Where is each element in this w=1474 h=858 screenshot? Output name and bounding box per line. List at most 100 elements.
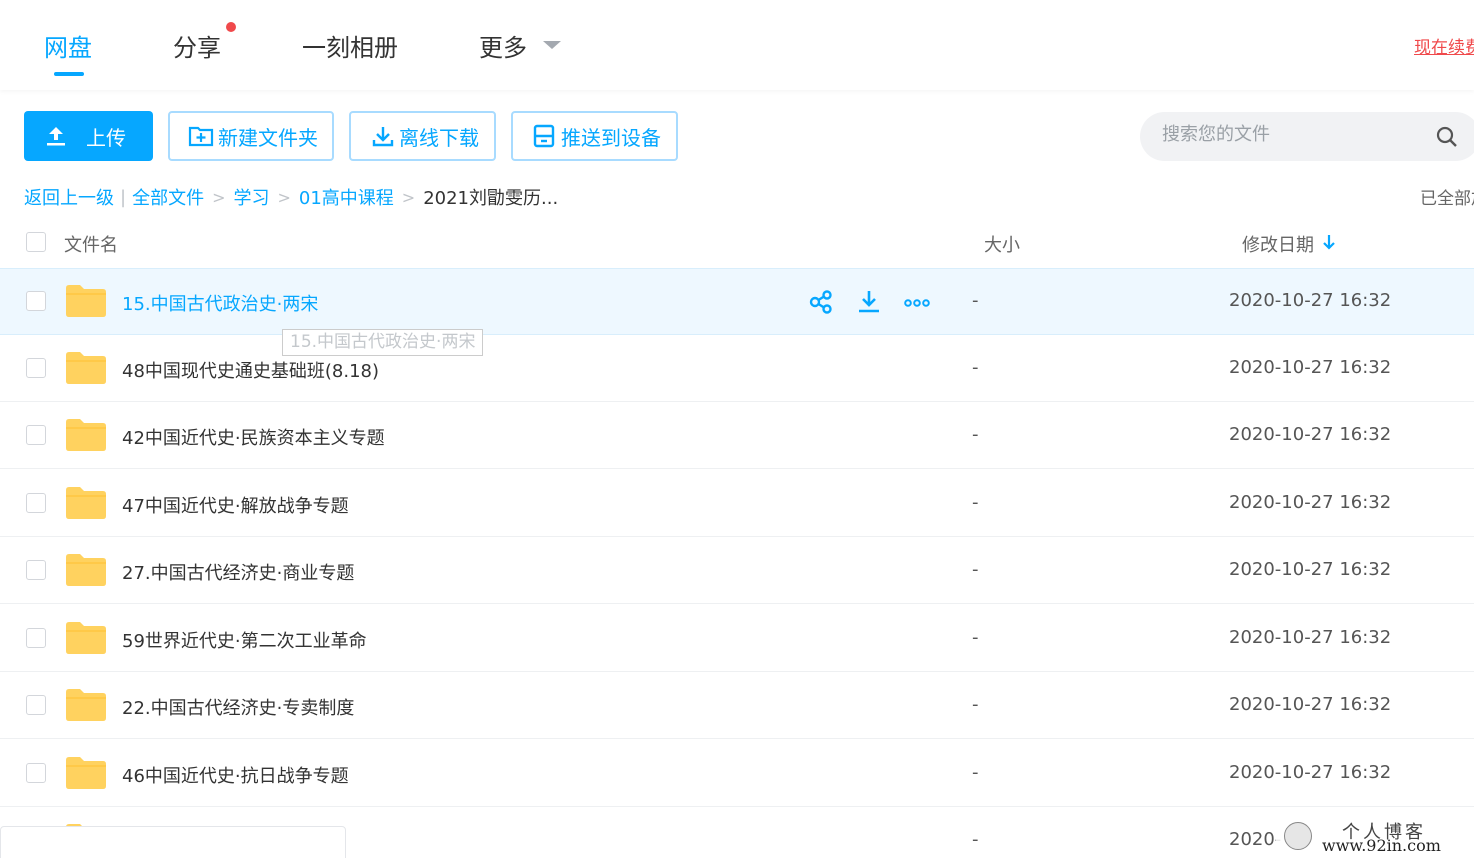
offline-download-label: 离线下载 bbox=[399, 125, 479, 150]
file-name[interactable]: 22.中国古代经济史·专卖制度 bbox=[122, 694, 354, 720]
breadcrumb-current: 2021刘勖雯历... bbox=[423, 188, 559, 209]
row-checkbox[interactable] bbox=[26, 763, 46, 783]
more-icon[interactable] bbox=[904, 289, 930, 315]
breadcrumb-separator: > bbox=[277, 187, 291, 207]
file-date: 2020-10-27 16:32 bbox=[1229, 357, 1392, 378]
file-size: - bbox=[972, 762, 979, 783]
file-name[interactable]: 15.中国古代政治史·两宋 bbox=[122, 290, 318, 316]
file-size: - bbox=[972, 424, 979, 445]
folder-icon bbox=[66, 689, 106, 721]
table-row[interactable]: 22.中国古代经济史·专卖制度 - 2020-10-27 16:32 bbox=[0, 672, 1474, 739]
push-device-button[interactable]: 推送到设备 bbox=[511, 111, 678, 161]
tab-album[interactable]: 一刻相册 bbox=[302, 28, 398, 63]
table-header: 文件名 大小 修改日期 bbox=[0, 222, 1474, 268]
table-row[interactable]: 46中国近代史·抗日战争专题 - 2020-10-27 16:32 bbox=[0, 740, 1474, 807]
search-input[interactable] bbox=[1162, 124, 1422, 145]
breadcrumb-back[interactable]: 返回上一级 bbox=[24, 184, 114, 210]
new-folder-button[interactable]: 新建文件夹 bbox=[168, 111, 334, 161]
table-row[interactable]: 27.中国古代经济史·商业专题 - 2020-10-27 16:32 bbox=[0, 537, 1474, 604]
file-date: 2020-10-27 16:32 bbox=[1229, 492, 1392, 513]
blog-watermark: 个人博客 www.92in.com bbox=[1276, 816, 1474, 858]
new-folder-icon bbox=[188, 126, 214, 147]
table-row[interactable]: 15.中国古代政治史·两宋 - 2020-10-27 16:32 bbox=[0, 268, 1474, 335]
folder-icon bbox=[66, 487, 106, 519]
file-name[interactable]: 42中国近代史·民族资本主义专题 bbox=[122, 424, 385, 450]
table-row[interactable]: 42中国近代史·民族资本主义专题 - 2020-10-27 16:32 bbox=[0, 402, 1474, 469]
folder-icon bbox=[66, 352, 106, 384]
table-row[interactable]: 47中国近代史·解放战争专题 - 2020-10-27 16:32 bbox=[0, 470, 1474, 537]
file-date: 2020-10-27 16:32 bbox=[1229, 627, 1392, 648]
select-all-checkbox[interactable] bbox=[26, 232, 46, 252]
share-icon[interactable] bbox=[808, 289, 834, 315]
device-icon bbox=[533, 124, 555, 148]
column-name[interactable]: 文件名 bbox=[64, 231, 118, 257]
tab-netdisk[interactable]: 网盘 bbox=[44, 28, 92, 63]
folder-icon bbox=[66, 757, 106, 789]
breadcrumb-highschool[interactable]: 01高中课程 bbox=[299, 184, 394, 210]
upload-label: 上传 bbox=[86, 125, 126, 150]
active-tab-indicator bbox=[54, 72, 84, 76]
row-checkbox[interactable] bbox=[26, 695, 46, 715]
file-size: - bbox=[972, 829, 979, 850]
table-row[interactable]: 59世界近代史·第二次工业革命 - 2020-10-27 16:32 bbox=[0, 605, 1474, 672]
file-name[interactable]: 27.中国古代经济史·商业专题 bbox=[122, 559, 354, 585]
column-size[interactable]: 大小 bbox=[984, 231, 1020, 257]
watermark-url: www.92in.com bbox=[1322, 836, 1441, 855]
file-size: - bbox=[972, 492, 979, 513]
file-name[interactable]: 59世界近代史·第二次工业革命 bbox=[122, 627, 367, 653]
folder-icon bbox=[66, 285, 106, 317]
new-folder-label: 新建文件夹 bbox=[218, 125, 318, 150]
breadcrumb: 返回上一级 | 全部文件 > 学习 > 01高中课程 > 2021刘勖雯历... bbox=[24, 184, 558, 210]
file-size: - bbox=[972, 290, 979, 311]
file-name[interactable]: 46中国近代史·抗日战争专题 bbox=[122, 762, 349, 788]
filename-tooltip: 15.中国古代政治史·两宋 bbox=[282, 329, 484, 356]
tab-more[interactable]: 更多 bbox=[479, 28, 527, 63]
sort-down-icon[interactable] bbox=[1322, 234, 1336, 250]
file-name[interactable]: 47中国近代史·解放战争专题 bbox=[122, 492, 349, 518]
loaded-status: 已全部加载 bbox=[1420, 189, 1474, 209]
file-date: 2020-10-27 16:32 bbox=[1229, 694, 1392, 715]
file-size: - bbox=[972, 559, 979, 580]
breadcrumb-separator: > bbox=[401, 187, 416, 207]
file-size: - bbox=[972, 627, 979, 648]
file-date: 2020-10-27 16:32 bbox=[1229, 290, 1392, 311]
row-checkbox[interactable] bbox=[26, 628, 46, 648]
top-nav: 网盘 分享 一刻相册 更多 现在续费 bbox=[0, 0, 1474, 90]
notification-dot bbox=[226, 22, 236, 32]
file-size: - bbox=[972, 694, 979, 715]
chevron-down-icon[interactable] bbox=[543, 41, 561, 49]
file-date: 2020-10-27 16:32 bbox=[1229, 559, 1392, 580]
offline-download-button[interactable]: 离线下载 bbox=[349, 111, 496, 161]
netdisk-page: 网盘 分享 一刻相册 更多 现在续费 上传 新建文件夹 离线下载 推送到设备 搜… bbox=[0, 0, 1474, 858]
breadcrumb-separator: > bbox=[212, 187, 226, 207]
avatar bbox=[1284, 822, 1312, 850]
upload-icon bbox=[47, 127, 65, 146]
download-icon bbox=[372, 127, 394, 147]
file-date: 2020- bbox=[1229, 829, 1282, 850]
row-checkbox[interactable] bbox=[26, 291, 46, 311]
file-date: 2020-10-27 16:32 bbox=[1229, 762, 1392, 783]
search-icon[interactable] bbox=[1436, 126, 1458, 148]
folder-icon bbox=[66, 622, 106, 654]
table-row[interactable]: 48中国现代史通史基础班(8.18) - 2020-10-27 16:32 bbox=[0, 335, 1474, 402]
column-modified[interactable]: 修改日期 bbox=[1242, 231, 1314, 257]
push-device-label: 推送到设备 bbox=[561, 125, 661, 150]
file-name[interactable]: 48中国现代史通史基础班(8.18) bbox=[122, 357, 379, 383]
tab-share[interactable]: 分享 bbox=[173, 28, 221, 63]
download-icon[interactable] bbox=[856, 289, 882, 315]
row-checkbox[interactable] bbox=[26, 493, 46, 513]
file-date: 2020-10-27 16:32 bbox=[1229, 424, 1392, 445]
breadcrumb-study[interactable]: 学习 bbox=[233, 184, 269, 210]
row-checkbox[interactable] bbox=[26, 425, 46, 445]
breadcrumb-all-files[interactable]: 全部文件 bbox=[132, 184, 204, 210]
upload-button[interactable]: 上传 bbox=[24, 111, 153, 161]
folder-icon bbox=[66, 554, 106, 586]
search-box[interactable] bbox=[1140, 112, 1474, 161]
row-actions bbox=[808, 289, 930, 315]
breadcrumb-divider: | bbox=[120, 186, 127, 208]
row-checkbox[interactable] bbox=[26, 560, 46, 580]
bottom-panel bbox=[0, 826, 346, 858]
renew-link[interactable]: 现在续费 bbox=[1414, 33, 1474, 58]
row-checkbox[interactable] bbox=[26, 358, 46, 378]
folder-icon bbox=[66, 419, 106, 451]
